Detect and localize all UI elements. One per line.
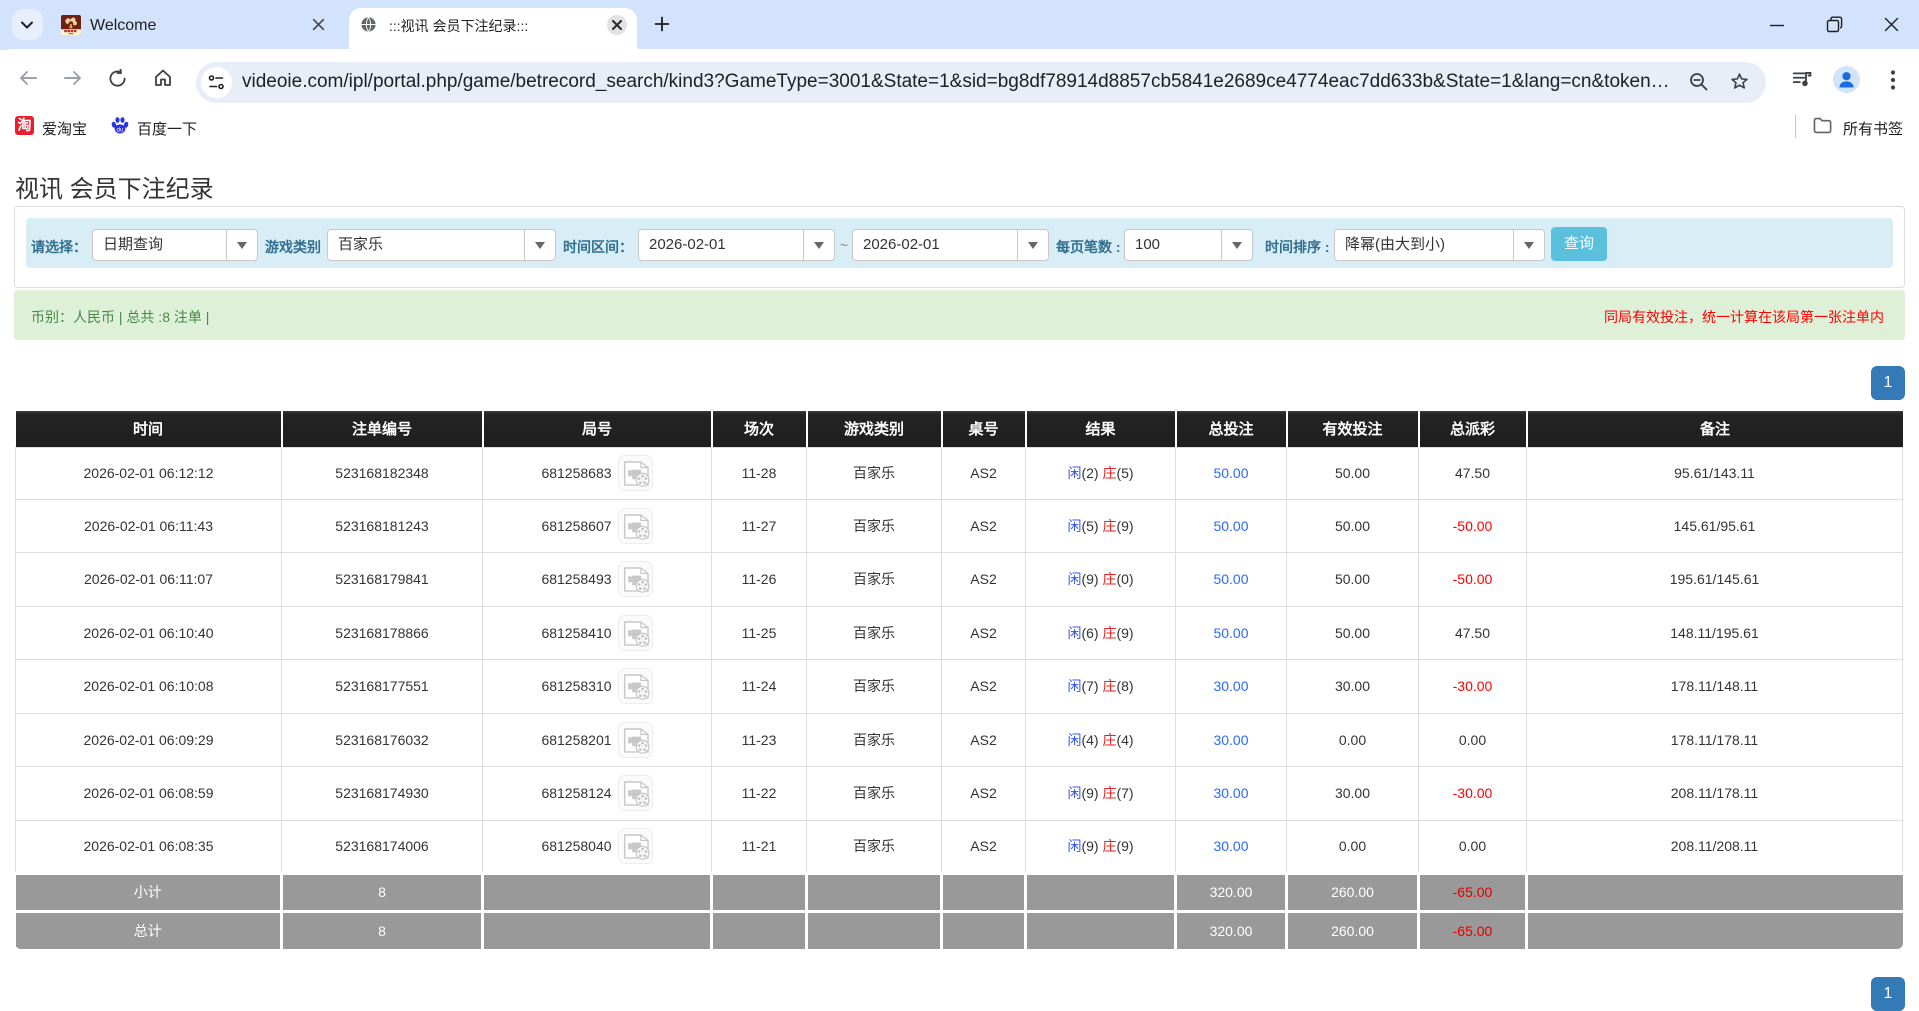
svg-text:du: du [117,126,124,133]
